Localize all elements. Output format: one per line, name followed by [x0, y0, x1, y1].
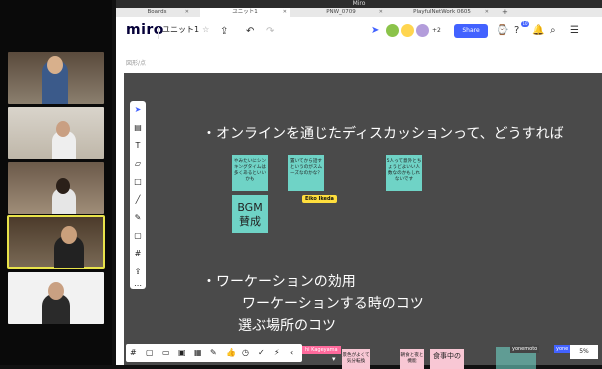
tab-label: PlayfulNetWork 0605 [413, 9, 471, 15]
sticky-note-bgm[interactable]: BGM 賛成 [232, 195, 268, 233]
face-3 [56, 178, 70, 194]
board-menu-icon[interactable]: ☰ [570, 25, 579, 36]
star-icon[interactable]: ☆ [202, 25, 209, 34]
tab-label: ユニット1 [232, 9, 258, 15]
miro-app-window: Miro Boards ✕ ユニット1 ✕ PNW_0709 ✕ PlayfulNet… [116, 0, 602, 369]
check-icon[interactable]: ✓ [258, 348, 265, 357]
upload-tool-icon[interactable]: ⇪ [130, 267, 146, 276]
collapse-icon[interactable]: ‹ [290, 348, 293, 357]
browser-tab-bar: Boards ✕ ユニット1 ✕ PNW_0709 ✕ PlayfulNetWork … [116, 8, 602, 17]
user-cursor-tag: yonemoto [510, 345, 540, 353]
face-2 [56, 121, 70, 137]
bell-icon[interactable]: 🔔 [532, 25, 544, 36]
sticky-note[interactable]: 置いてから話すというのがスムーズなのかな？ [288, 155, 324, 191]
participant-avatar[interactable] [401, 24, 414, 37]
participant-video-4-speaking[interactable] [7, 215, 105, 269]
edit-icon[interactable]: ✎ [210, 348, 217, 357]
participant-video-1[interactable] [8, 52, 104, 104]
card-icon[interactable]: ▦ [194, 348, 202, 357]
face-5 [48, 282, 64, 300]
tab-pnw0709[interactable]: PNW_0709 ✕ [296, 8, 386, 17]
shape-hint-label: 図形/点 [126, 60, 147, 67]
workation-tips-heading: ワーケーションする時のコツ [242, 296, 424, 312]
reaction-icon[interactable]: 👍 [226, 348, 236, 357]
sticky-note-icon[interactable]: ▱ [130, 159, 146, 168]
close-icon[interactable]: ✕ [379, 8, 383, 17]
frame-tool-icon[interactable]: # [130, 249, 146, 258]
chat-icon[interactable]: ▭ [162, 348, 170, 357]
participant-video-5[interactable] [8, 272, 104, 324]
window-title: Miro [116, 0, 602, 8]
undo-icon[interactable]: ↶ [246, 26, 254, 37]
sticky-note[interactable]: 5人って意外とちょうどよいい人数なのかもしれないです [386, 155, 422, 191]
sticky-note[interactable]: 朝食と夜と機能 [400, 349, 424, 369]
participant-video-2[interactable] [8, 107, 104, 159]
participant-video-3[interactable] [8, 162, 104, 214]
toolbar-divider [158, 27, 159, 39]
more-tools-icon[interactable]: ⋯ [130, 281, 146, 290]
pen-tool-icon[interactable]: ✎ [130, 213, 146, 222]
expand-arrow-icon[interactable]: ▾ [332, 355, 336, 363]
cursor-pointer-icon[interactable]: ➤ [371, 25, 379, 36]
templates-icon[interactable]: ▤ [130, 123, 146, 132]
upload-icon[interactable]: ⇪ [220, 26, 228, 37]
bottom-toolbar: # ▢ ▭ ▣ ▦ ✎ 👍 ◷ ✓ ⚡ ‹ [126, 344, 302, 362]
tab-label: Boards [147, 9, 167, 15]
share-button[interactable]: Share [454, 24, 488, 38]
tab-boards[interactable]: Boards ✕ [122, 8, 192, 17]
redo-icon[interactable]: ↷ [266, 26, 274, 37]
board-name[interactable]: ユニット1 ☆ [162, 24, 209, 35]
tab-unit1[interactable]: ユニット1 ✕ [200, 8, 290, 17]
text-tool-icon[interactable]: T [130, 141, 146, 150]
close-icon[interactable]: ✕ [485, 8, 489, 17]
select-tool-icon[interactable]: ➤ [130, 105, 146, 114]
tab-playfulnetwork[interactable]: PlayfulNetWork 0605 ✕ [392, 8, 492, 17]
board-canvas[interactable]: ➤ ▤ T ▱ □ ╱ ✎ ▢ # ⇪ ⋯ ・オンラインを通じたディスカッション… [124, 73, 602, 369]
comments-icon[interactable]: ▢ [146, 348, 154, 357]
participant-avatar[interactable] [386, 24, 399, 37]
workation-heading: ・ワーケーションの効用 [202, 274, 356, 290]
timer-icon[interactable]: ◷ [242, 348, 249, 357]
close-icon[interactable]: ✕ [283, 8, 287, 17]
screen-share-icon[interactable]: ▣ [178, 348, 186, 357]
user-cursor-tag: yone [554, 345, 571, 353]
face-4 [61, 226, 77, 244]
timer-icon[interactable]: ⌚ [496, 25, 508, 36]
frames-icon[interactable]: # [130, 348, 137, 357]
collaborator-name-badge: Eiko Ikeda [302, 195, 337, 203]
close-icon[interactable]: ✕ [185, 8, 189, 17]
lightning-icon[interactable]: ⚡ [274, 348, 280, 357]
board-title: ユニット1 [162, 25, 200, 34]
tab-label: PNW_0709 [326, 9, 356, 15]
comment-tool-icon[interactable]: ▢ [130, 231, 146, 240]
collaborator-cursor-tag: hi Kageyama [302, 346, 341, 354]
left-toolbar: ➤ ▤ T ▱ □ ╱ ✎ ▢ # ⇪ ⋯ [130, 101, 146, 290]
search-icon[interactable]: ⌕ [550, 25, 556, 36]
sticky-note[interactable]: やみたいにシンキングタイムは多くあるといいかも [232, 155, 268, 191]
discussion-heading: ・オンラインを通じたディスカッションって、どうすれば [202, 126, 564, 142]
more-participants-count[interactable]: +2 [432, 27, 441, 34]
help-icon[interactable]: ? [514, 25, 519, 36]
line-tool-icon[interactable]: ╱ [130, 195, 146, 204]
location-tips-heading: 選ぶ場所のコツ [238, 318, 336, 334]
notification-badge: 10 [521, 21, 529, 27]
zoom-level[interactable]: 5% [570, 345, 598, 359]
participant-avatar[interactable] [416, 24, 429, 37]
sticky-note[interactable]: 食事中の [430, 349, 464, 369]
miro-toolbar: miro ユニット1 ☆ ⇪ ↶ ↷ ➤ +2 Share ⌚ ? 10 🔔 ⌕ … [116, 17, 602, 45]
shape-tool-icon[interactable]: □ [130, 177, 146, 186]
sticky-note[interactable]: 景色がよくて気分転換 [342, 349, 370, 369]
video-participants-panel [0, 0, 112, 365]
face-1 [47, 56, 63, 74]
new-tab-icon[interactable]: + [502, 8, 508, 17]
